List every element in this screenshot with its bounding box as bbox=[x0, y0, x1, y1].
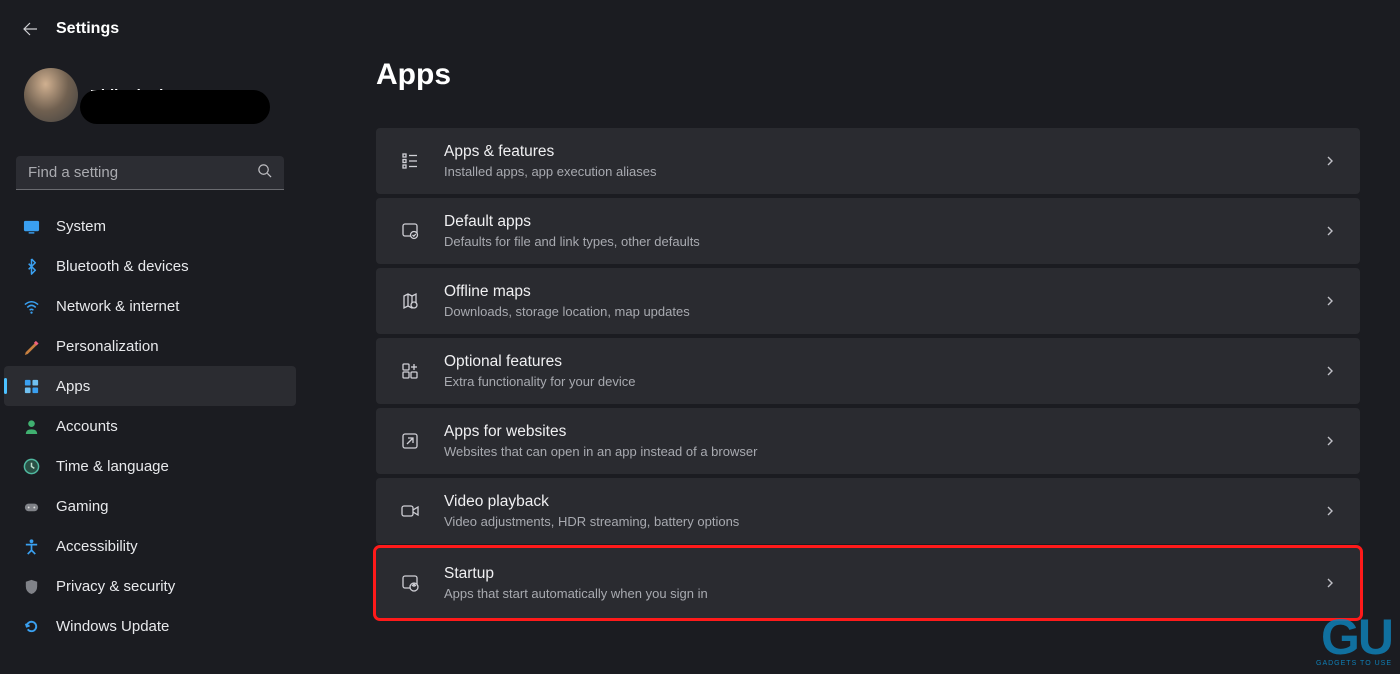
nav-label: Time & language bbox=[56, 458, 169, 475]
row-text: Apps for websites Websites that can open … bbox=[444, 423, 1324, 459]
chevron-right-icon bbox=[1324, 224, 1338, 238]
user-block[interactable]: Ritik Singh bbox=[0, 60, 300, 126]
list-icon bbox=[398, 149, 422, 173]
chevron-right-icon bbox=[1324, 434, 1338, 448]
row-title: Apps & features bbox=[444, 143, 1324, 161]
row-text: Apps & features Installed apps, app execu… bbox=[444, 143, 1324, 179]
watermark-text: GADGETS TO USE bbox=[1316, 660, 1392, 667]
startup-icon bbox=[398, 571, 422, 595]
system-icon bbox=[22, 217, 40, 235]
accessibility-icon bbox=[22, 537, 40, 555]
nav-label: Accessibility bbox=[56, 538, 138, 555]
header: Settings bbox=[0, 12, 300, 48]
row-startup[interactable]: Startup Apps that start automatically whe… bbox=[376, 548, 1360, 618]
apps-icon bbox=[22, 377, 40, 395]
bluetooth-icon bbox=[22, 257, 40, 275]
default-icon bbox=[398, 219, 422, 243]
row-default-apps[interactable]: Default apps Defaults for file and link t… bbox=[376, 198, 1360, 264]
chevron-right-icon bbox=[1324, 576, 1338, 590]
row-text: Startup Apps that start automatically whe… bbox=[444, 565, 1324, 601]
settings-list: Apps & features Installed apps, app execu… bbox=[376, 128, 1360, 618]
page-title: Apps bbox=[376, 58, 1360, 92]
nav-item-bluetooth[interactable]: Bluetooth & devices bbox=[4, 246, 296, 286]
row-subtitle: Apps that start automatically when you s… bbox=[444, 586, 1324, 601]
search-icon[interactable] bbox=[257, 163, 272, 183]
row-subtitle: Downloads, storage location, map updates bbox=[444, 304, 1324, 319]
main-content: Apps Apps & features Installed apps, app … bbox=[300, 0, 1400, 674]
row-title: Video playback bbox=[444, 493, 1324, 511]
sidebar: Settings Ritik Singh System Bluetooth & d… bbox=[0, 0, 300, 674]
row-text: Offline maps Downloads, storage location,… bbox=[444, 283, 1324, 319]
nav-label: Network & internet bbox=[56, 298, 179, 315]
nav-label: Gaming bbox=[56, 498, 109, 515]
nav-item-system[interactable]: System bbox=[4, 206, 296, 246]
nav-list: System Bluetooth & devices Network & inter… bbox=[0, 204, 300, 646]
link-icon bbox=[398, 429, 422, 453]
row-video-playback[interactable]: Video playback Video adjustments, HDR str… bbox=[376, 478, 1360, 544]
row-subtitle: Installed apps, app execution aliases bbox=[444, 164, 1324, 179]
nav-label: Apps bbox=[56, 378, 90, 395]
nav-item-personalization[interactable]: Personalization bbox=[4, 326, 296, 366]
row-text: Optional features Extra functionality for… bbox=[444, 353, 1324, 389]
row-subtitle: Defaults for file and link types, other … bbox=[444, 234, 1324, 249]
avatar bbox=[24, 68, 78, 122]
row-text: Video playback Video adjustments, HDR str… bbox=[444, 493, 1324, 529]
back-icon[interactable] bbox=[22, 21, 38, 37]
accounts-icon bbox=[22, 417, 40, 435]
row-title: Startup bbox=[444, 565, 1324, 583]
nav-item-time[interactable]: Time & language bbox=[4, 446, 296, 486]
email-redacted bbox=[80, 90, 270, 124]
row-subtitle: Websites that can open in an app instead… bbox=[444, 444, 1324, 459]
chevron-right-icon bbox=[1324, 294, 1338, 308]
app-title: Settings bbox=[56, 20, 119, 38]
nav-item-update[interactable]: Windows Update bbox=[4, 606, 296, 646]
chevron-right-icon bbox=[1324, 364, 1338, 378]
search-wrap bbox=[16, 156, 284, 190]
watermark-logo: GU bbox=[1321, 608, 1392, 666]
row-text: Default apps Defaults for file and link t… bbox=[444, 213, 1324, 249]
nav-label: Privacy & security bbox=[56, 578, 175, 595]
row-subtitle: Extra functionality for your device bbox=[444, 374, 1324, 389]
row-title: Optional features bbox=[444, 353, 1324, 371]
row-title: Offline maps bbox=[444, 283, 1324, 301]
update-icon bbox=[22, 617, 40, 635]
row-title: Default apps bbox=[444, 213, 1324, 231]
nav-label: Windows Update bbox=[56, 618, 169, 635]
row-title: Apps for websites bbox=[444, 423, 1324, 441]
video-icon bbox=[398, 499, 422, 523]
row-subtitle: Video adjustments, HDR streaming, batter… bbox=[444, 514, 1324, 529]
nav-label: System bbox=[56, 218, 106, 235]
map-icon bbox=[398, 289, 422, 313]
personalization-icon bbox=[22, 337, 40, 355]
nav-item-privacy[interactable]: Privacy & security bbox=[4, 566, 296, 606]
nav-item-apps[interactable]: Apps bbox=[4, 366, 296, 406]
nav-item-accounts[interactable]: Accounts bbox=[4, 406, 296, 446]
nav-item-gaming[interactable]: Gaming bbox=[4, 486, 296, 526]
nav-label: Accounts bbox=[56, 418, 118, 435]
nav-item-network[interactable]: Network & internet bbox=[4, 286, 296, 326]
chevron-right-icon bbox=[1324, 504, 1338, 518]
nav-label: Personalization bbox=[56, 338, 159, 355]
time-icon bbox=[22, 457, 40, 475]
nav-label: Bluetooth & devices bbox=[56, 258, 189, 275]
row-offline-maps[interactable]: Offline maps Downloads, storage location,… bbox=[376, 268, 1360, 334]
row-optional-features[interactable]: Optional features Extra functionality for… bbox=[376, 338, 1360, 404]
row-apps-features[interactable]: Apps & features Installed apps, app execu… bbox=[376, 128, 1360, 194]
search-input[interactable] bbox=[16, 156, 284, 190]
chevron-right-icon bbox=[1324, 154, 1338, 168]
network-icon bbox=[22, 297, 40, 315]
nav-item-accessibility[interactable]: Accessibility bbox=[4, 526, 296, 566]
gaming-icon bbox=[22, 497, 40, 515]
plus-grid-icon bbox=[398, 359, 422, 383]
row-apps-websites[interactable]: Apps for websites Websites that can open … bbox=[376, 408, 1360, 474]
privacy-icon bbox=[22, 577, 40, 595]
